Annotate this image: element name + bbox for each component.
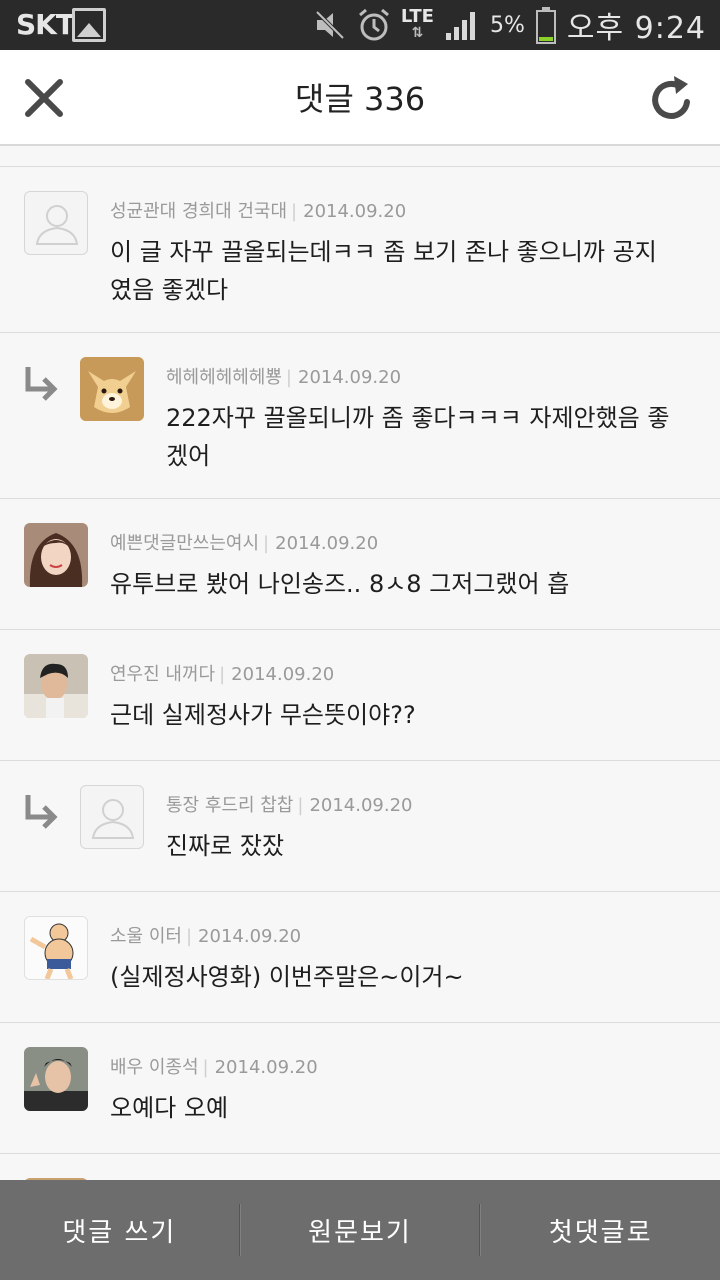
comment-item[interactable]: 소울 이터 | 2014.09.20 (실제정사영화) 이번주말은~이거~ [0,892,720,1023]
reply-arrow-icon [25,367,58,401]
actor-avatar-image [24,1047,88,1111]
avatar[interactable] [80,785,144,849]
avatar[interactable] [80,357,144,421]
comment-meta: 성균관대 경희대 건국대 | 2014.09.20 [110,201,407,222]
status-bar: SKT LTE ⇅ 5% 오후 9:24 [0,0,720,50]
comment-item[interactable]: 예쁜댓글만쓰는여시 | 2014.09.20 유투브로 봤어 나인송즈.. 8ㅅ8 … [0,499,720,630]
comment-author[interactable]: 연우진 내꺼다 [110,664,215,685]
gallery-icon [72,8,106,42]
battery-icon [535,7,556,44]
comment-date: 2014.09.20 [309,795,413,816]
write-comment-button[interactable]: 댓글 쓰기 [0,1180,239,1280]
woman-avatar-image [24,523,88,587]
cartoon-avatar-image [25,917,87,979]
comment-author[interactable]: 통장 후드리 찹찹 [166,795,293,816]
comment-date: 2014.09.20 [275,533,379,554]
bottom-action-bar: 댓글 쓰기 원문보기 첫댓글로 [0,1180,720,1280]
avatar[interactable] [24,191,88,255]
comment-date: 2014.09.20 [303,201,407,222]
comment-text: 이 글 자꾸 끌올되는데ㅋㅋ 좀 보기 존나 좋으니까 공지였음 좋겠다 [110,238,657,304]
reply-arrow-icon [25,795,58,829]
avatar[interactable] [24,916,88,980]
first-comment-button[interactable]: 첫댓글로 [481,1180,720,1280]
comment-date: 2014.09.20 [214,1057,318,1078]
comment-date: 2014.09.20 [198,926,302,947]
comment-text: 오예다 오예 [110,1094,229,1122]
comment-meta: 배우 이종석 | 2014.09.20 [110,1057,318,1078]
comment-list[interactable]: 성균관대 경희대 건국대 | 2014.09.20 이 글 자꾸 끌올되는데ㅋㅋ 좀… [0,166,720,1180]
comment-meta: 예쁜댓글만쓰는여시 | 2014.09.20 [110,533,379,554]
comment-author[interactable]: 헤헤헤헤헤헤뿅 [166,367,282,388]
comment-meta: 통장 후드리 찹찹 | 2014.09.20 [166,795,413,816]
comment-item[interactable]: 성균관대 경희대 건국대 | 2014.09.20 이 글 자꾸 끌올되는데ㅋㅋ 좀… [0,167,720,333]
default-avatar-icon [91,799,135,839]
man-avatar-image [24,654,88,718]
alarm-icon [358,8,389,41]
comment-meta: 소울 이터 | 2014.09.20 [110,926,302,947]
lte-icon: LTE ⇅ [400,6,434,42]
comment-text: 근데 실제정사가 무슨뜻이야?? [110,701,416,729]
comment-text: 222자꾸 끌올되니까 좀 좋다ㅋㅋㅋ 자제안했음 좋겠어 [166,404,670,470]
comment-author[interactable]: 성균관대 경희대 건국대 [110,201,287,222]
dog-avatar-image [80,357,144,421]
page-title: 댓글 336 [294,80,426,118]
comment-item[interactable] [0,1154,720,1180]
signal-icon [445,12,475,40]
battery-percent: 5% [489,12,525,38]
comment-date: 2014.09.20 [298,367,402,388]
avatar[interactable] [24,1047,88,1111]
status-icons: LTE ⇅ 5% 오후 9:24 [313,4,706,46]
comment-item-reply[interactable]: 헤헤헤헤헤헤뿅 | 2014.09.20 222자꾸 끌올되니까 좀 좋다ㅋㅋㅋ 자… [0,333,720,499]
default-avatar-icon [35,205,79,245]
comment-text: 진짜로 잤잤 [166,832,285,860]
avatar[interactable] [24,523,88,587]
comment-item[interactable]: 배우 이종석 | 2014.09.20 오예다 오예 [0,1023,720,1154]
comment-text: (실제정사영화) 이번주말은~이거~ [110,963,464,991]
comments-header: 댓글 336 [0,50,720,146]
comment-item-reply[interactable]: 통장 후드리 찹찹 | 2014.09.20 진짜로 잤잤 [0,761,720,892]
comment-author[interactable]: 예쁜댓글만쓰는여시 [110,533,259,554]
comment-author[interactable]: 배우 이종석 [110,1057,199,1078]
comment-text: 유투브로 봤어 나인송즈.. 8ㅅ8 그저그랬어 흡 [110,570,570,598]
comment-item[interactable]: 연우진 내꺼다 | 2014.09.20 근데 실제정사가 무슨뜻이야?? [0,630,720,761]
carrier-label: SKT [16,8,75,41]
comment-author[interactable]: 소울 이터 [110,926,182,947]
lte-label: LTE [400,6,434,27]
comment-date: 2014.09.20 [231,664,335,685]
mute-icon [315,10,345,40]
view-original-button[interactable]: 원문보기 [241,1180,480,1280]
clock: 오후 9:24 [566,11,706,46]
refresh-icon[interactable] [648,72,696,124]
comment-meta: 연우진 내꺼다 | 2014.09.20 [110,664,335,685]
comment-meta: 헤헤헤헤헤헤뿅 | 2014.09.20 [166,367,402,388]
avatar[interactable] [24,654,88,718]
